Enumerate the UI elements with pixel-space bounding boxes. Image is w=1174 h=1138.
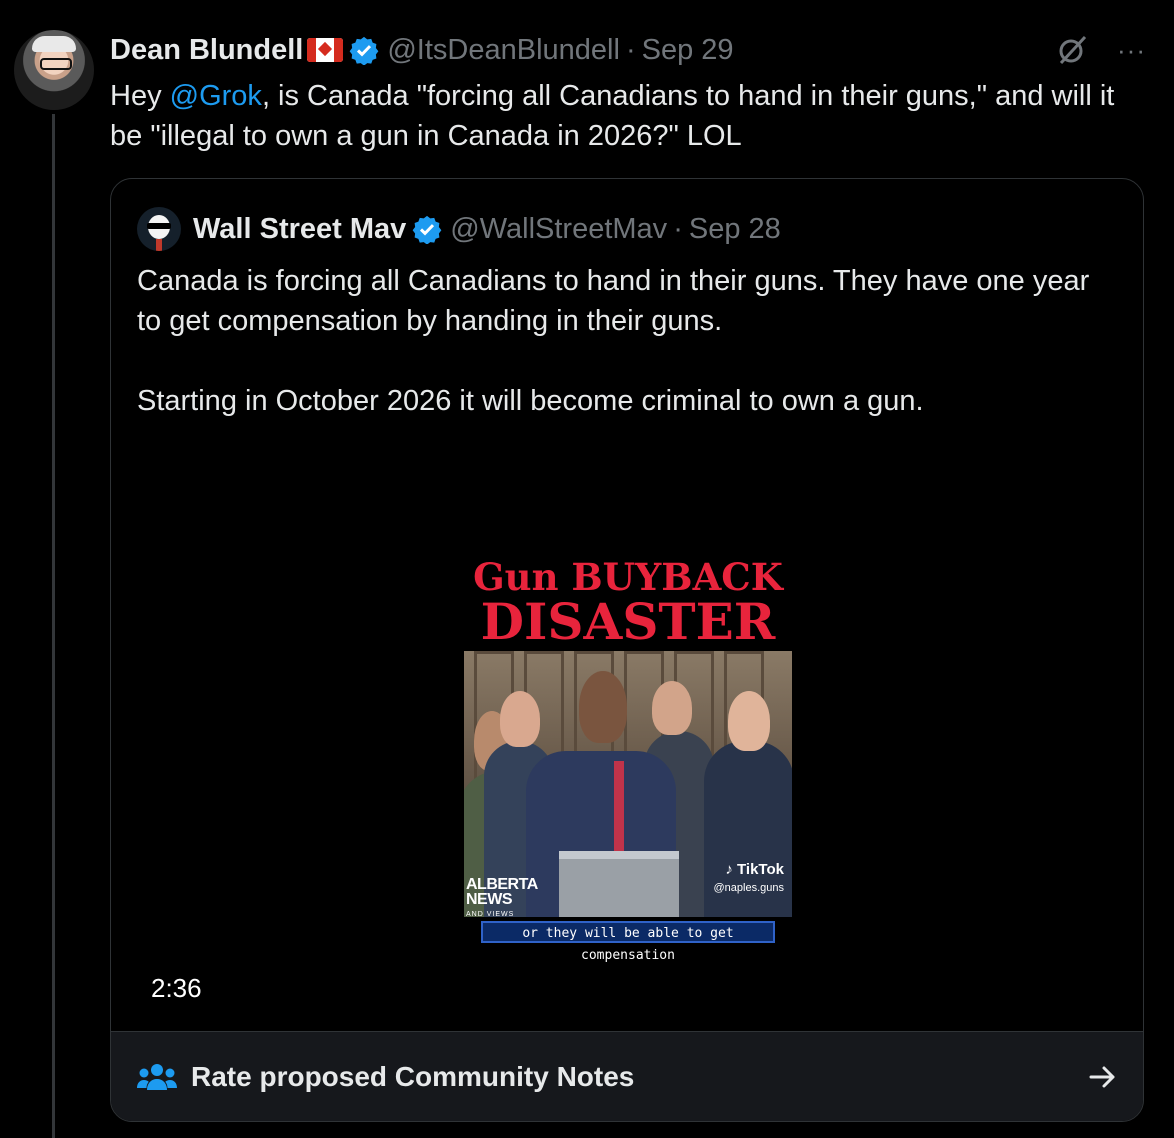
verified-badge-icon	[412, 214, 442, 244]
tweet-actions: ···	[1055, 30, 1146, 70]
quoted-tweet-card[interactable]: Wall Street Mav @WallStreetMav · Sep 28 …	[110, 178, 1144, 1122]
tiktok-handle: @naples.guns	[713, 882, 785, 894]
tiktok-icon: ♪	[725, 861, 733, 878]
quoted-author-avatar	[137, 207, 181, 251]
video-player[interactable]: Gun BUYBACK DISASTER ALBERTA NEWS AND VI…	[111, 555, 1143, 1031]
tiktok-brand: TikTok	[737, 861, 784, 878]
separator: ·	[625, 33, 636, 66]
grok-mention-link[interactable]: @Grok	[170, 80, 262, 112]
arrow-right-icon[interactable]	[1087, 1061, 1119, 1093]
grok-icon[interactable]	[1055, 33, 1089, 67]
alberta-news-logo-line-1: ALBERTA	[466, 876, 538, 893]
tiktok-watermark: ♪ TikTok @naples.guns	[714, 861, 785, 894]
quoted-author-name[interactable]: Wall Street Mav	[193, 213, 406, 246]
tweet-header: Dean Blundell @ItsDeanBlundell · Sep 29	[110, 30, 734, 70]
video-frame: ALBERTA NEWS AND VIEWS ♪ TikTok @naples.…	[464, 651, 792, 917]
video-title-line-2: DISASTER	[480, 592, 776, 651]
tweet-text: Hey @Grok, is Canada "forcing all Canadi…	[110, 76, 1150, 156]
quoted-tweet-text: Canada is forcing all Canadians to hand …	[137, 261, 1117, 421]
alberta-news-logo-line-2: NEWS	[466, 891, 512, 908]
author-handle[interactable]: @ItsDeanBlundell	[387, 34, 620, 67]
community-notes-bar[interactable]: Rate proposed Community Notes	[111, 1031, 1143, 1121]
more-icon[interactable]: ···	[1117, 35, 1146, 66]
author-name[interactable]: Dean Blundell	[110, 34, 303, 67]
people-icon	[137, 1062, 177, 1092]
quoted-tweet-header: Wall Street Mav @WallStreetMav · Sep 28	[137, 207, 781, 251]
tweet-date[interactable]: Sep 29	[642, 34, 734, 67]
community-notes-label: Rate proposed Community Notes	[191, 1060, 635, 1092]
author-avatar[interactable]	[14, 30, 94, 110]
separator: ·	[673, 212, 683, 245]
video-duration: 2:36	[151, 973, 202, 1003]
quoted-author-handle[interactable]: @WallStreetMav	[450, 213, 667, 246]
alberta-news-logo-line-3: AND VIEWS	[466, 911, 515, 917]
quoted-paragraph-1: Canada is forcing all Canadians to hand …	[137, 265, 1090, 337]
video-caption: or they will be able to get compensation	[481, 921, 775, 963]
alberta-news-logo: ALBERTA NEWS AND VIEWS	[466, 876, 538, 918]
verified-badge-icon	[349, 35, 379, 65]
quoted-tweet-date[interactable]: Sep 28	[689, 213, 781, 246]
quoted-paragraph-2: Starting in October 2026 it will become …	[137, 385, 924, 417]
tweet-text-prefix: Hey	[110, 80, 170, 112]
canada-flag-icon	[307, 38, 344, 62]
video-title-line-1: Gun BUYBACK	[473, 555, 783, 599]
thread-line	[52, 114, 55, 1138]
